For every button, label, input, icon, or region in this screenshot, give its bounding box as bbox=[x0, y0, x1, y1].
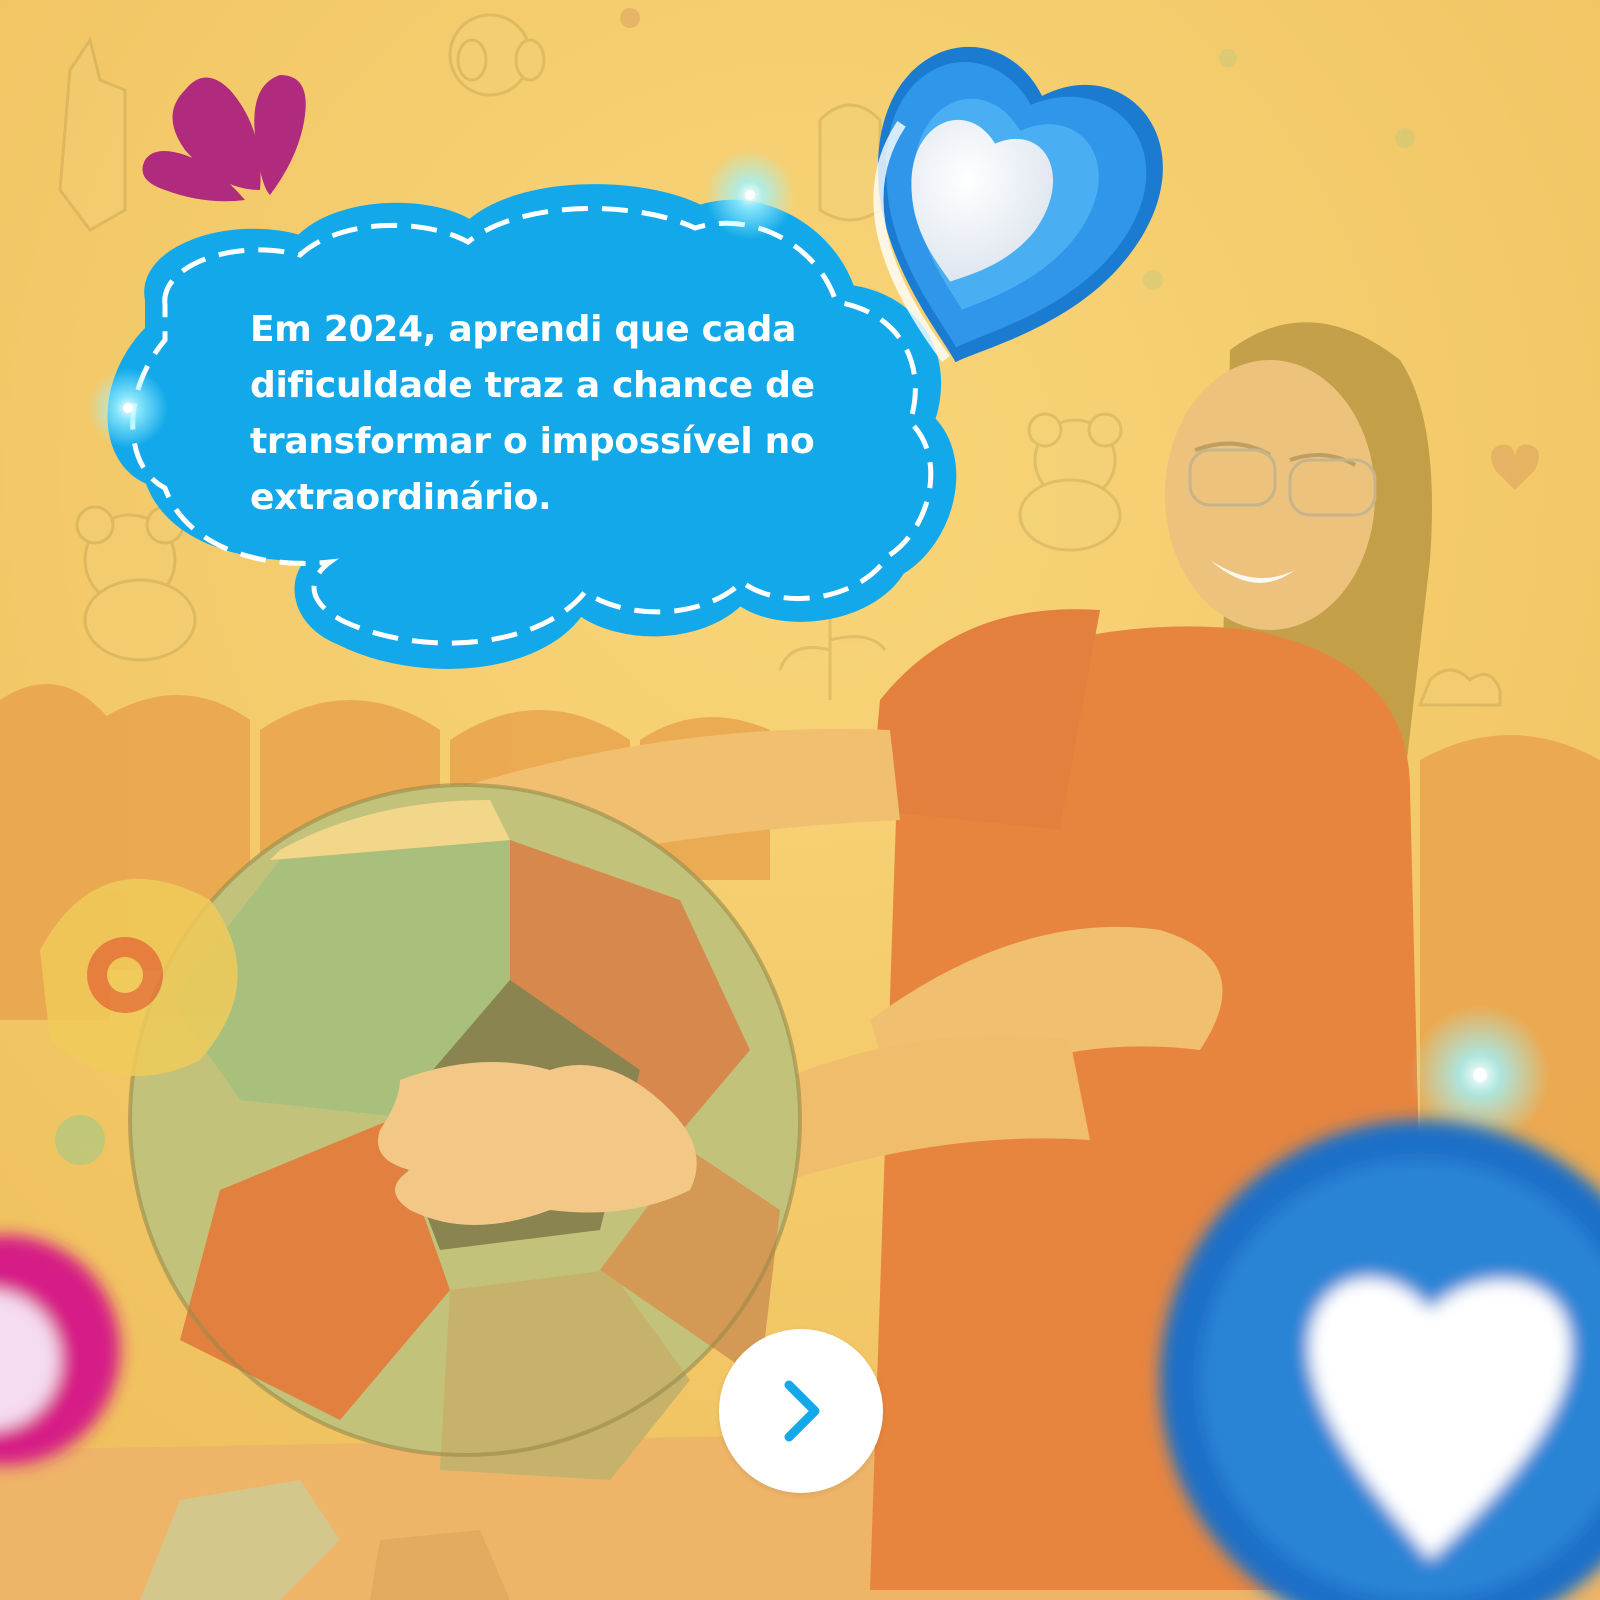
chevron-right-icon bbox=[784, 1380, 820, 1442]
quote-text: Em 2024, aprendi que cada dificuldade tr… bbox=[250, 309, 815, 518]
next-button[interactable] bbox=[719, 1329, 883, 1493]
post-canvas: Em 2024, aprendi que cada dificuldade tr… bbox=[0, 0, 1600, 1600]
